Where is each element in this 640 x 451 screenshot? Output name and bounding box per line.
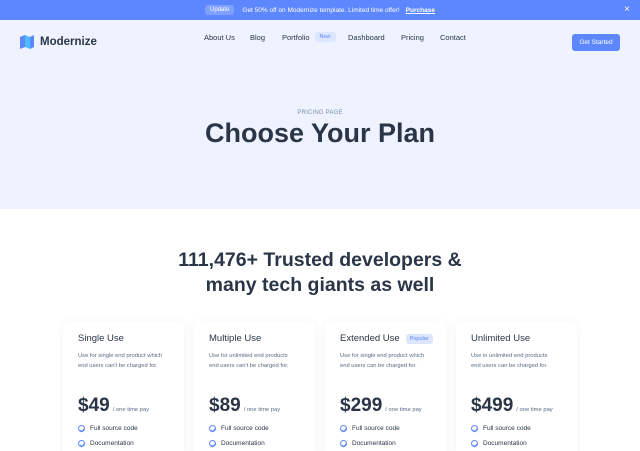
feature-label: Full source code bbox=[90, 425, 138, 432]
nav-pricing[interactable]: Pricing bbox=[401, 33, 424, 42]
logo-text: Modernize bbox=[40, 36, 97, 48]
plan-card-multiple-use: Multiple Use Use for unlimited end produ… bbox=[194, 321, 315, 451]
plan-description-line: Use for single end product which bbox=[78, 353, 163, 359]
plan-name-text: Single Use bbox=[78, 333, 124, 344]
nav-contact[interactable]: Contact bbox=[440, 33, 466, 42]
check-circle-icon bbox=[340, 425, 347, 432]
plan-name: Unlimited Use bbox=[471, 333, 530, 344]
plan-name: Single Use bbox=[78, 333, 124, 344]
plan-price: $299 / one time pay bbox=[340, 395, 422, 417]
feature-item: Full source code bbox=[78, 425, 138, 432]
check-circle-icon bbox=[471, 440, 478, 447]
feature-item: Documentation bbox=[340, 440, 396, 447]
plan-description-line: end users can be charged for. bbox=[471, 362, 548, 369]
plan-description: Use for unlimited end products end users… bbox=[209, 352, 309, 371]
purchase-link[interactable]: Purchase bbox=[406, 7, 435, 14]
price-amount: $499 bbox=[471, 395, 514, 416]
plan-description-line: end users can be charged for. bbox=[340, 362, 417, 369]
feature-item: Documentation bbox=[78, 440, 134, 447]
feature-label: Documentation bbox=[352, 440, 396, 447]
check-circle-icon bbox=[340, 440, 347, 447]
plan-name-text: Unlimited Use bbox=[471, 333, 531, 344]
price-period: / one time pay bbox=[516, 407, 553, 413]
hero-section: Modernize About Us Blog Portfolio New Da… bbox=[0, 20, 640, 209]
trusted-line-2: many tech giants as well bbox=[205, 274, 435, 296]
plan-price: $499 / one time pay bbox=[471, 395, 553, 417]
plan-card-unlimited-use: Unlimited Use Use in unlimited end produ… bbox=[456, 321, 577, 451]
feature-label: Documentation bbox=[483, 440, 527, 447]
plan-name: Multiple Use bbox=[209, 333, 261, 344]
check-circle-icon bbox=[209, 425, 216, 432]
get-started-button[interactable]: Get Started bbox=[572, 34, 620, 51]
plan-description: Use in unlimited end products end users … bbox=[471, 352, 571, 371]
price-amount: $89 bbox=[209, 395, 241, 416]
feature-item: Documentation bbox=[209, 440, 265, 447]
nav-portfolio-label: Portfolio bbox=[282, 32, 310, 42]
plan-card-single-use: Single Use Use for single end product wh… bbox=[63, 321, 184, 451]
plan-description-line: Use for unlimited end products bbox=[209, 353, 288, 359]
plan-price: $49 / one time pay bbox=[78, 395, 149, 417]
update-badge: Update bbox=[205, 5, 235, 15]
feature-label: Documentation bbox=[221, 440, 265, 447]
pricing-eyebrow: PRICING PAGE bbox=[297, 110, 343, 116]
price-period: / one time pay bbox=[243, 407, 281, 413]
nav-dashboard[interactable]: Dashboard bbox=[348, 33, 385, 42]
logo[interactable]: Modernize bbox=[19, 35, 97, 49]
plan-name-text: Multiple Use bbox=[209, 333, 262, 344]
nav-portfolio[interactable]: Portfolio New bbox=[282, 32, 336, 42]
plan-description-line: end users can't be charged for. bbox=[209, 362, 289, 369]
check-circle-icon bbox=[471, 425, 478, 432]
feature-item: Full source code bbox=[471, 425, 531, 432]
plan-name: Extended Use Popular bbox=[340, 333, 433, 344]
check-circle-icon bbox=[78, 440, 85, 447]
price-amount: $299 bbox=[340, 395, 383, 416]
feature-label: Full source code bbox=[221, 425, 269, 432]
feature-item: Full source code bbox=[209, 425, 269, 432]
feature-item: Documentation bbox=[471, 440, 527, 447]
new-badge: New bbox=[314, 32, 336, 42]
price-period: / one time pay bbox=[385, 407, 422, 413]
check-circle-icon bbox=[78, 425, 85, 432]
price-amount: $49 bbox=[78, 395, 110, 416]
announcement-text: Get 50% off on Modernize template. Limit… bbox=[242, 6, 400, 14]
plan-description: Use for single end product which end use… bbox=[340, 352, 440, 371]
feature-label: Documentation bbox=[90, 440, 134, 447]
plan-card-extended-use: Extended Use Popular Use for single end … bbox=[325, 321, 446, 451]
trusted-line-1: 111,476+ Trusted developers & bbox=[178, 249, 462, 271]
close-icon[interactable]: × bbox=[624, 3, 630, 17]
trusted-heading: 111,476+ Trusted developers & many tech … bbox=[0, 248, 640, 298]
popular-badge: Popular bbox=[405, 333, 433, 344]
plan-name-text: Extended Use bbox=[340, 333, 400, 344]
plan-description: Use for single end product which end use… bbox=[78, 352, 178, 371]
feature-label: Full source code bbox=[483, 425, 531, 432]
plan-price: $89 / one time pay bbox=[209, 395, 280, 417]
nav-about-us[interactable]: About Us bbox=[204, 33, 235, 42]
announcement-bar: Update Get 50% off on Modernize template… bbox=[0, 0, 640, 20]
feature-item: Full source code bbox=[340, 425, 400, 432]
feature-label: Full source code bbox=[352, 425, 400, 432]
plan-description-line: end users can't be charged for. bbox=[78, 362, 158, 369]
plan-description-line: Use for single end product which bbox=[340, 353, 425, 359]
price-period: / one time pay bbox=[112, 407, 150, 413]
page-title: Choose Your Plan bbox=[204, 118, 436, 148]
nav-blog[interactable]: Blog bbox=[250, 33, 265, 42]
plan-description-line: Use in unlimited end products bbox=[471, 353, 548, 359]
modernize-logo-icon bbox=[19, 35, 35, 49]
check-circle-icon bbox=[209, 440, 216, 447]
